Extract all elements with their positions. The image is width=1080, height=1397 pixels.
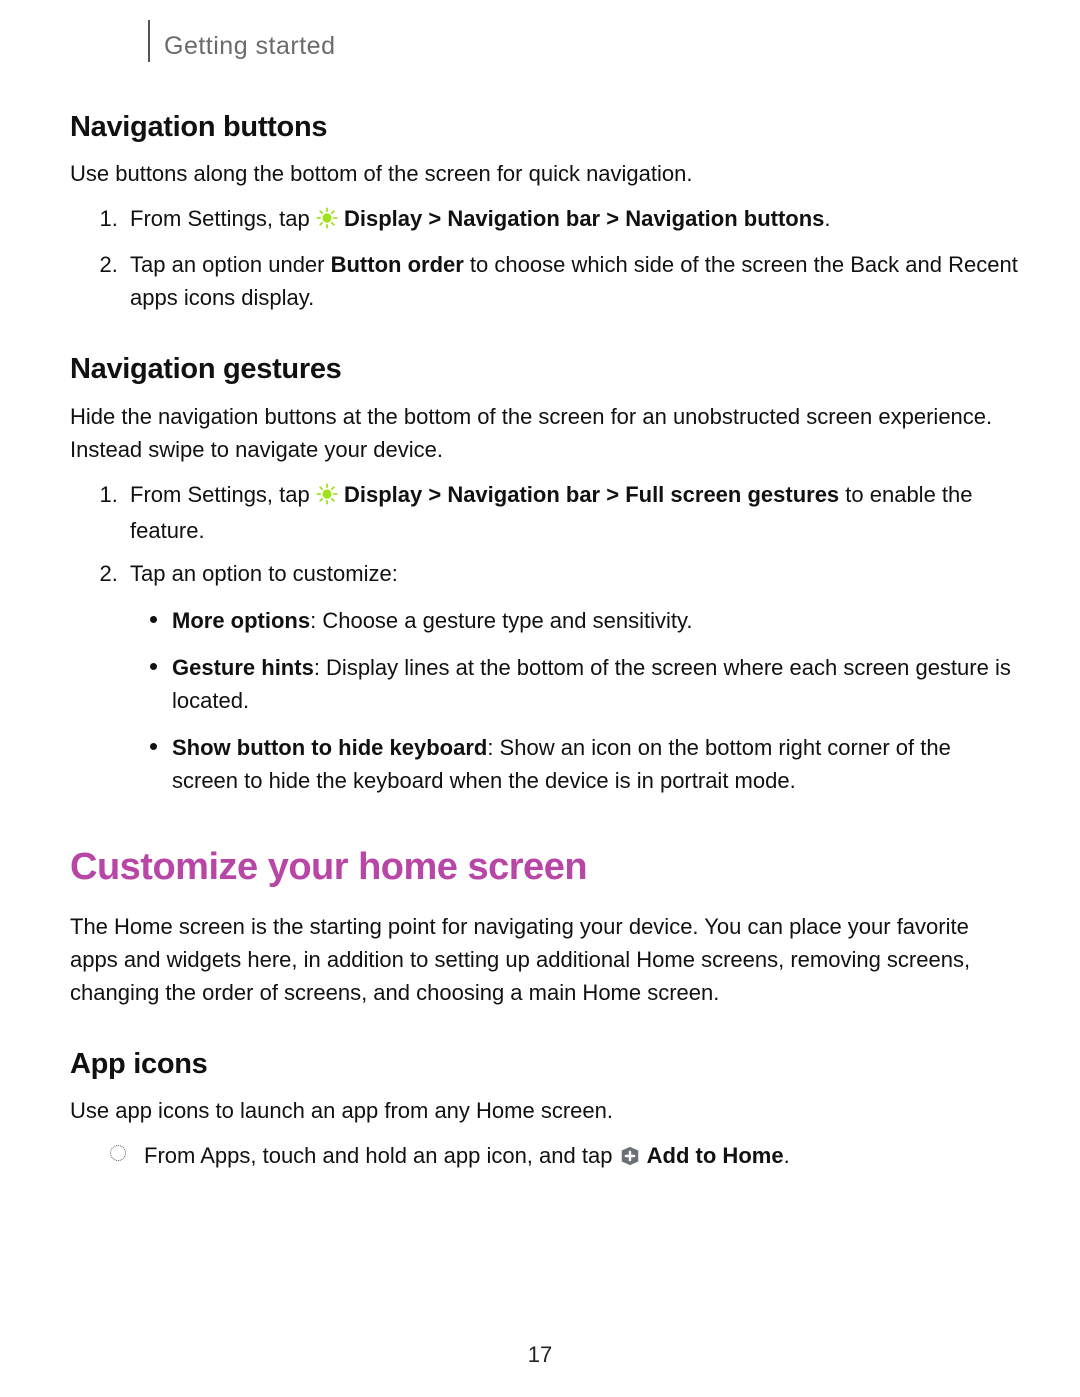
- text: .: [784, 1143, 790, 1168]
- text-bold: Display > Navigation bar > Full screen g…: [344, 482, 839, 507]
- nav-gestures-step-1: From Settings, tap Displ: [124, 478, 1020, 547]
- nav-gestures-options: More options: Choose a gesture type and …: [130, 604, 1020, 797]
- nav-buttons-step-1: From Settings, tap Displ: [124, 202, 1020, 238]
- text: Tap an option under: [130, 252, 331, 277]
- heading-customize-home-screen: Customize your home screen: [70, 839, 1020, 896]
- option-gesture-hints: Gesture hints: Display lines at the bott…: [156, 651, 1020, 717]
- heading-navigation-buttons: Navigation buttons: [70, 106, 1020, 150]
- document-page: Getting started Navigation buttons Use b…: [0, 0, 1080, 1397]
- display-brightness-icon: [316, 481, 338, 514]
- nav-gestures-steps: From Settings, tap Displ: [70, 478, 1020, 797]
- display-brightness-icon: [316, 205, 338, 238]
- app-icons-steps: From Apps, touch and hold an app icon, a…: [110, 1139, 1020, 1176]
- text-bold: Gesture hints: [172, 655, 314, 680]
- app-icons-step-1: From Apps, touch and hold an app icon, a…: [110, 1139, 1020, 1176]
- nav-gestures-step-2: Tap an option to customize: More options…: [124, 557, 1020, 797]
- app-icons-intro: Use app icons to launch an app from any …: [70, 1094, 1020, 1127]
- text: .: [824, 206, 830, 231]
- customize-home-intro: The Home screen is the starting point fo…: [70, 910, 1020, 1009]
- text-bold: More options: [172, 608, 310, 633]
- text: : Choose a gesture type and sensitivity.: [310, 608, 692, 633]
- text-bold: Show button to hide keyboard: [172, 735, 487, 760]
- page-number: 17: [0, 1338, 1080, 1371]
- text: From Settings, tap: [130, 482, 316, 507]
- text: Tap an option to customize:: [130, 561, 398, 586]
- add-to-home-icon: [619, 1143, 641, 1176]
- nav-gestures-intro: Hide the navigation buttons at the botto…: [70, 400, 1020, 466]
- text: From Settings, tap: [130, 206, 316, 231]
- text-bold: Button order: [331, 252, 464, 277]
- nav-buttons-steps: From Settings, tap Displ: [70, 202, 1020, 314]
- nav-buttons-intro: Use buttons along the bottom of the scre…: [70, 157, 1020, 190]
- heading-navigation-gestures: Navigation gestures: [70, 348, 1020, 392]
- heading-app-icons: App icons: [70, 1043, 1020, 1087]
- text: From Apps, touch and hold an app icon, a…: [144, 1143, 619, 1168]
- nav-buttons-step-2: Tap an option under Button order to choo…: [124, 248, 1020, 314]
- option-more-options: More options: Choose a gesture type and …: [156, 604, 1020, 637]
- option-show-button-hide-keyboard: Show button to hide keyboard: Show an ic…: [156, 731, 1020, 797]
- text-bold: Display > Navigation bar > Navigation bu…: [344, 206, 824, 231]
- breadcrumb: Getting started: [164, 28, 1020, 66]
- header-divider: [148, 20, 150, 62]
- text-bold: Add to Home: [647, 1143, 784, 1168]
